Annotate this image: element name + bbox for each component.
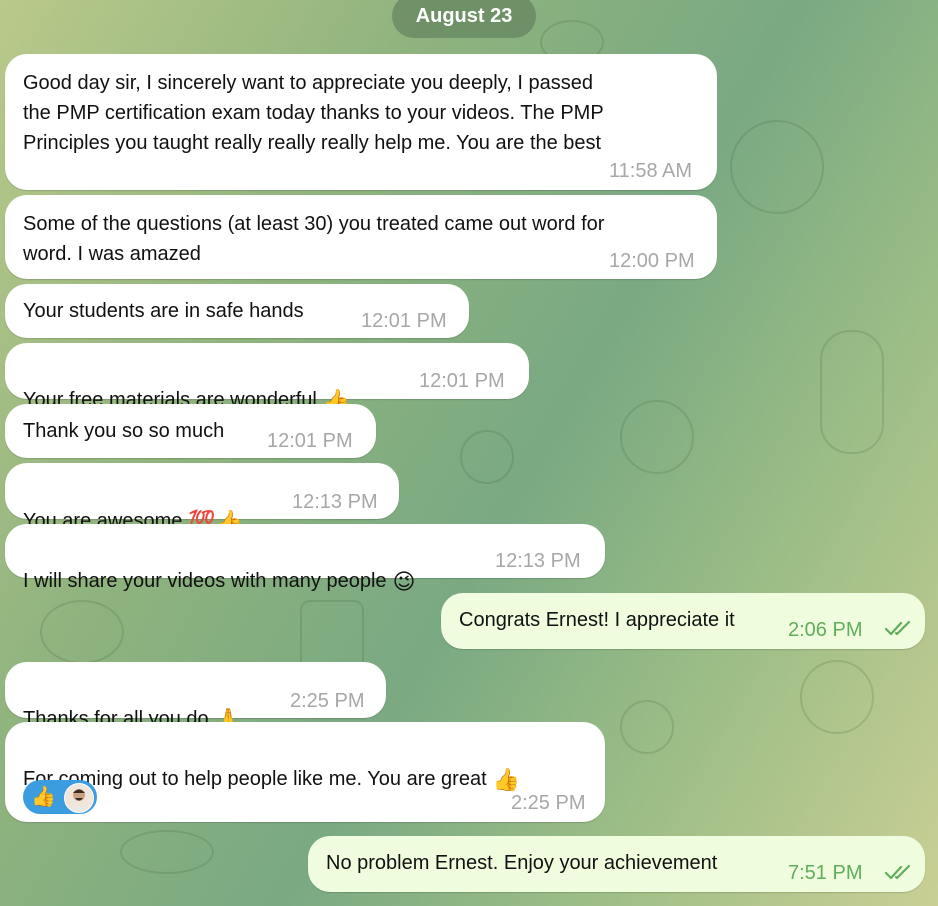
message-text: Thank you so so much [23,420,225,442]
double-check-icon [884,620,911,636]
message-time: 12:13 PM [495,550,581,572]
message-time: 2:25 PM [511,792,586,814]
outgoing-message-bubble[interactable]: Congrats Ernest! I appreciate it 2:06 PM [441,593,925,649]
message-time: 7:51 PM [788,862,863,884]
date-separator: August 23 [392,0,536,38]
message-bubble[interactable]: For coming out to help people like me. Y… [5,722,605,822]
outgoing-message-bubble[interactable]: No problem Ernest. Enjoy your achievemen… [308,836,925,892]
message-text: Some of the questions (at least 30) you … [23,213,605,265]
message-time: 12:00 PM [609,250,695,272]
message-bubble[interactable]: Thanks for all you do 🙏 2:25 PM [5,662,386,732]
winking-face-icon: 😉 [392,569,416,594]
message-time: 12:01 PM [361,310,447,332]
message-bubble[interactable]: Your students are in safe hands 12:01 PM [5,284,469,338]
double-check-icon [884,864,911,880]
message-text: Your students are in safe hands [23,300,304,322]
message-bubble[interactable]: I will share your videos with many peopl… [5,524,605,594]
reaction-chip[interactable]: 👍 [23,780,97,814]
message-bubble[interactable]: Your free materials are wonderful 👍 12:01… [5,343,529,413]
message-time: 11:58 AM [609,160,693,182]
message-bubble[interactable]: Some of the questions (at least 30) you … [5,195,717,279]
message-text-content: I will share your videos with many peopl… [23,570,387,592]
message-bubble[interactable]: You are awesome 💯👍 12:13 PM [5,463,399,534]
avatar [64,783,94,813]
message-text: For coming out to help people like me. Y… [23,734,520,795]
message-text: No problem Ernest. Enjoy your achievemen… [326,852,718,874]
message-bubble[interactable]: Thank you so so much 12:01 PM [5,404,376,458]
message-time: 12:01 PM [267,430,353,452]
message-bubble[interactable]: Good day sir, I sincerely want to apprec… [5,54,717,190]
message-time: 2:25 PM [290,690,365,712]
message-text: Congrats Ernest! I appreciate it [459,609,735,631]
message-time: 12:13 PM [292,491,378,513]
thumbs-up-reaction-icon: 👍 [31,786,56,808]
message-time: 12:01 PM [419,370,505,392]
message-text: I will share your videos with many peopl… [23,536,415,597]
message-time: 2:06 PM [788,619,863,641]
message-text: Good day sir, I sincerely want to apprec… [23,72,604,154]
